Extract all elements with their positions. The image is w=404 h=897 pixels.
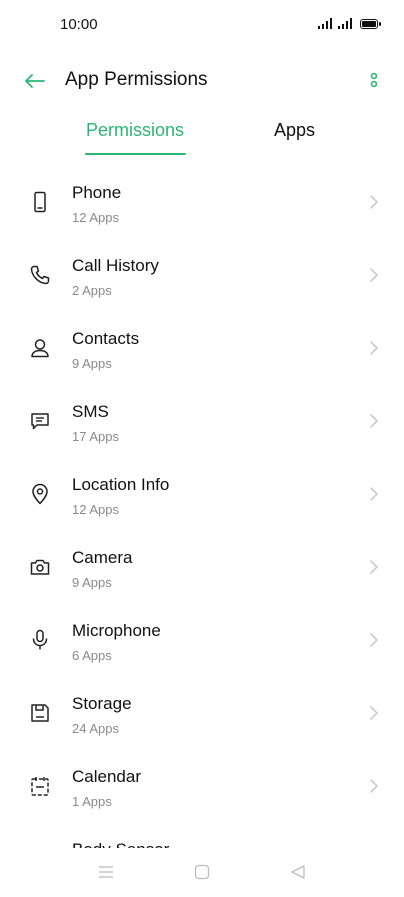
calendar-icon <box>28 774 52 798</box>
back-button[interactable] <box>22 68 48 94</box>
list-item-location-info[interactable]: Location Info 12 Apps <box>0 458 404 531</box>
square-home-icon <box>194 864 210 880</box>
list-item-count: 12 Apps <box>72 502 119 517</box>
more-options-button[interactable] <box>366 70 382 92</box>
permission-list: Phone 12 Apps Call History 2 Apps Contac… <box>0 166 404 848</box>
chevron-right-icon <box>368 193 380 211</box>
chevron-right-icon <box>368 485 380 503</box>
nav-home-button[interactable] <box>192 862 212 882</box>
list-item-label: Contacts <box>72 329 140 348</box>
status-time: 10:00 <box>60 16 98 33</box>
list-item-count: 1 Apps <box>72 794 112 809</box>
list-item-label: Call History <box>72 256 159 275</box>
nav-back-button[interactable] <box>288 862 308 882</box>
list-item-calendar[interactable]: Calendar 1 Apps <box>0 750 404 823</box>
more-vertical-icon <box>370 72 378 88</box>
list-item-count: 17 Apps <box>72 429 119 444</box>
nav-menu-button[interactable] <box>96 862 116 882</box>
list-item-call-history[interactable]: Call History 2 Apps <box>0 239 404 312</box>
list-item-sms[interactable]: SMS 17 Apps <box>0 385 404 458</box>
list-item-count: 24 Apps <box>72 721 119 736</box>
list-item-count: 6 Apps <box>72 648 112 663</box>
chevron-right-icon <box>368 266 380 284</box>
person-icon <box>28 336 52 360</box>
chevron-right-icon <box>368 631 380 649</box>
list-item-label: Phone <box>72 183 122 202</box>
list-item-label: Body Sensor <box>72 840 169 848</box>
list-item-label: Storage <box>72 694 132 713</box>
message-icon <box>28 409 52 433</box>
triangle-back-icon <box>291 865 305 879</box>
storage-icon <box>28 701 52 725</box>
list-item-microphone[interactable]: Microphone 6 Apps <box>0 604 404 677</box>
list-item-camera[interactable]: Camera 9 Apps <box>0 531 404 604</box>
list-item-body-sensor[interactable]: Body Sensor <box>0 823 404 848</box>
camera-icon <box>28 555 52 579</box>
menu-icon <box>99 866 113 878</box>
list-item-phone[interactable]: Phone 12 Apps <box>0 166 404 239</box>
list-item-count: 12 Apps <box>72 210 119 225</box>
call-icon <box>28 263 52 287</box>
list-item-label: Camera <box>72 548 133 567</box>
chevron-right-icon <box>368 777 380 795</box>
microphone-icon <box>28 628 52 652</box>
list-item-count: 9 Apps <box>72 575 112 590</box>
chevron-right-icon <box>368 412 380 430</box>
list-item-count: 9 Apps <box>72 356 112 371</box>
toolbar: App Permissions <box>0 56 404 104</box>
tab-indicator <box>85 153 186 155</box>
list-item-storage[interactable]: Storage 24 Apps <box>0 677 404 750</box>
chevron-right-icon <box>368 339 380 357</box>
list-item-count: 2 Apps <box>72 283 112 298</box>
status-icons <box>318 17 381 29</box>
back-arrow-icon <box>25 74 45 88</box>
list-item-label: Location Info <box>72 475 170 494</box>
list-item-label: SMS <box>72 402 109 421</box>
chevron-right-icon <box>368 704 380 722</box>
location-icon <box>28 482 52 506</box>
navigation-bar <box>0 848 404 897</box>
chevron-right-icon <box>368 558 380 576</box>
status-bar: 10:00 <box>0 0 404 50</box>
list-item-label: Microphone <box>72 621 161 640</box>
tab-bar: Permissions Apps <box>0 110 404 158</box>
signal-icon <box>318 17 332 29</box>
list-item-contacts[interactable]: Contacts 9 Apps <box>0 312 404 385</box>
signal-icon <box>338 17 352 29</box>
tab-permissions[interactable]: Permissions <box>86 120 184 141</box>
phone-icon <box>28 190 52 214</box>
list-item-label: Calendar <box>72 767 141 786</box>
tab-apps[interactable]: Apps <box>274 120 315 141</box>
battery-icon <box>360 19 381 29</box>
page-title: App Permissions <box>65 69 208 90</box>
